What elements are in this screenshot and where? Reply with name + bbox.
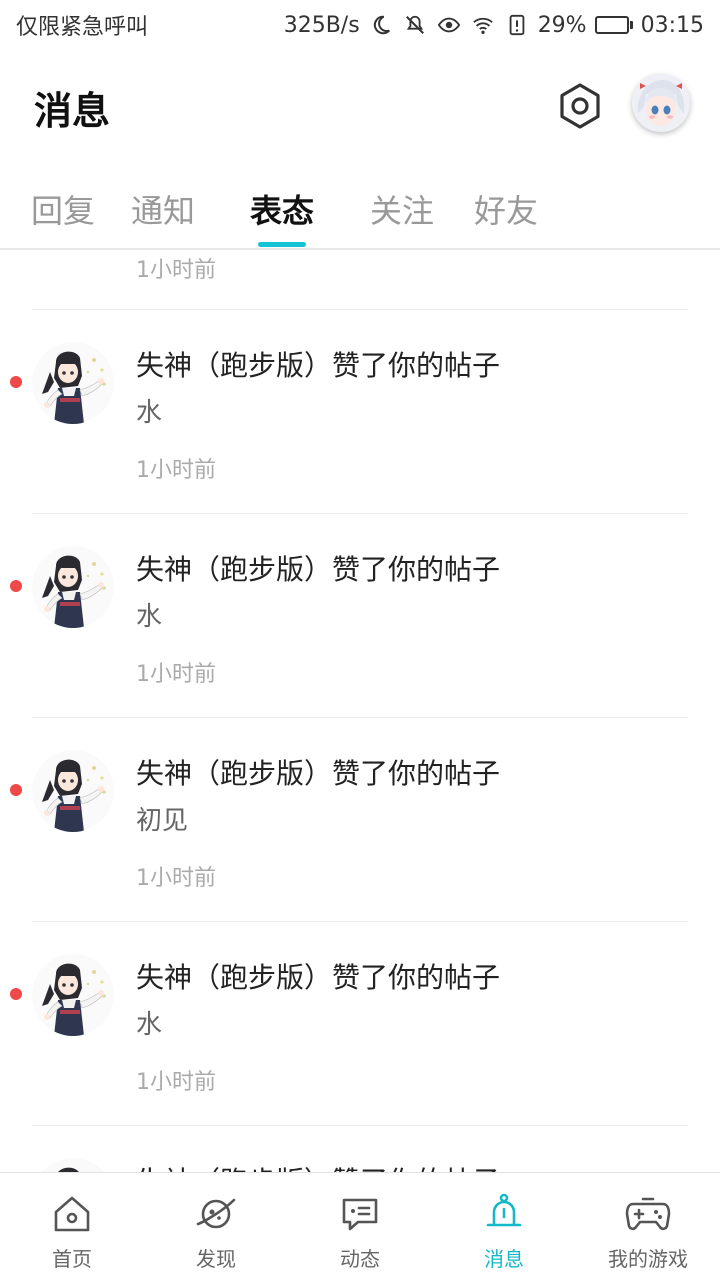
nav-home[interactable]: 首页 bbox=[0, 1173, 144, 1280]
anime-avatar-image bbox=[32, 954, 114, 1036]
moon-icon bbox=[368, 12, 394, 38]
anime-avatar-image bbox=[32, 750, 114, 832]
planet-icon bbox=[193, 1191, 239, 1237]
item-content: 水 bbox=[136, 602, 163, 632]
list-item[interactable]: 失神（跑步版）赞了你的帖子 水 1小时前 bbox=[0, 514, 720, 718]
list-item[interactable]: 失神（跑步版）赞了你的帖子 水 1小时前 bbox=[0, 922, 720, 1126]
nav-my-games[interactable]: 我的游戏 bbox=[576, 1173, 720, 1280]
list-item[interactable]: 失神（跑步版）赞了你的帖子 bbox=[0, 1126, 720, 1172]
tab-reaction[interactable]: 表态 bbox=[250, 186, 314, 232]
wifi-icon bbox=[470, 12, 496, 38]
item-title: 失神（跑步版）赞了你的帖子 bbox=[136, 961, 501, 994]
tab-notification[interactable]: 通知 bbox=[131, 186, 195, 232]
item-time: 1小时前 bbox=[136, 258, 216, 283]
mute-icon bbox=[402, 12, 428, 38]
item-time: 1小时前 bbox=[136, 866, 216, 891]
anime-avatar-image bbox=[32, 1158, 114, 1172]
tab-follow[interactable]: 关注 bbox=[370, 186, 434, 232]
network-speed: 325B/s bbox=[283, 12, 360, 38]
sim-alert-icon bbox=[504, 12, 530, 38]
tab-friends[interactable]: 好友 bbox=[474, 186, 538, 232]
page-title: 消息 bbox=[34, 89, 111, 133]
avatar[interactable] bbox=[32, 750, 114, 832]
unread-dot bbox=[10, 784, 22, 796]
gamepad-icon bbox=[625, 1191, 671, 1237]
avatar[interactable] bbox=[32, 1158, 114, 1172]
anime-avatar-image bbox=[32, 342, 114, 424]
message-list[interactable]: 1小时前 失神（跑步版）赞了你的帖子 水 1小时前 失神（跑步版）赞了你的帖子 … bbox=[0, 250, 720, 1172]
nav-label: 动态 bbox=[340, 1247, 380, 1271]
battery-icon bbox=[594, 16, 633, 34]
status-icons: 325B/s 29% 03:15 bbox=[284, 12, 704, 38]
avatar[interactable] bbox=[32, 546, 114, 628]
anime-avatar-image bbox=[32, 546, 114, 628]
item-title: 失神（跑步版）赞了你的帖子 bbox=[136, 757, 501, 790]
bell-icon bbox=[481, 1191, 527, 1237]
avatar[interactable] bbox=[32, 342, 114, 424]
nav-feed[interactable]: 动态 bbox=[288, 1173, 432, 1280]
item-title: 失神（跑步版）赞了你的帖子 bbox=[136, 553, 501, 586]
user-avatar[interactable] bbox=[632, 74, 690, 132]
home-icon bbox=[49, 1191, 95, 1237]
item-time: 1小时前 bbox=[136, 458, 216, 483]
battery-percent: 29% bbox=[537, 12, 587, 38]
status-bar: 仅限紧急呼叫 325B/s 29% 03:15 bbox=[0, 0, 720, 50]
settings-button[interactable] bbox=[552, 78, 608, 134]
carrier-text: 仅限紧急呼叫 bbox=[16, 15, 149, 40]
item-title: 失神（跑步版）赞了你的帖子 bbox=[136, 349, 501, 382]
chat-icon bbox=[337, 1191, 383, 1237]
item-content: 水 bbox=[136, 1010, 163, 1040]
item-time: 1小时前 bbox=[136, 1070, 216, 1095]
nav-discover[interactable]: 发现 bbox=[144, 1173, 288, 1280]
unread-dot bbox=[10, 988, 22, 1000]
clock: 03:15 bbox=[640, 12, 704, 38]
item-content: 水 bbox=[136, 398, 163, 428]
list-item[interactable]: 失神（跑步版）赞了你的帖子 水 1小时前 bbox=[0, 310, 720, 514]
tab-active-indicator bbox=[258, 242, 306, 247]
list-item[interactable]: 失神（跑步版）赞了你的帖子 初见 1小时前 bbox=[0, 718, 720, 922]
nav-messages[interactable]: 消息 bbox=[432, 1173, 576, 1280]
tab-reply[interactable]: 回复 bbox=[31, 186, 95, 232]
item-time: 1小时前 bbox=[136, 662, 216, 687]
nav-label: 我的游戏 bbox=[608, 1247, 688, 1271]
nav-label: 发现 bbox=[196, 1247, 236, 1271]
bottom-nav: 首页 发现 动态 消息 我的游戏 bbox=[0, 1172, 720, 1280]
message-tabs: 回复 通知 表态 关注 好友 bbox=[0, 170, 720, 250]
nav-label: 首页 bbox=[52, 1247, 92, 1271]
hexagon-settings-icon bbox=[560, 83, 600, 129]
avatar[interactable] bbox=[32, 954, 114, 1036]
eye-icon bbox=[436, 12, 462, 38]
item-title: 失神（跑步版）赞了你的帖子 bbox=[136, 1160, 500, 1172]
item-content: 初见 bbox=[136, 806, 189, 836]
unread-dot bbox=[10, 376, 22, 388]
nav-label: 消息 bbox=[484, 1247, 524, 1271]
unread-dot bbox=[10, 580, 22, 592]
header: 消息 bbox=[0, 62, 720, 150]
